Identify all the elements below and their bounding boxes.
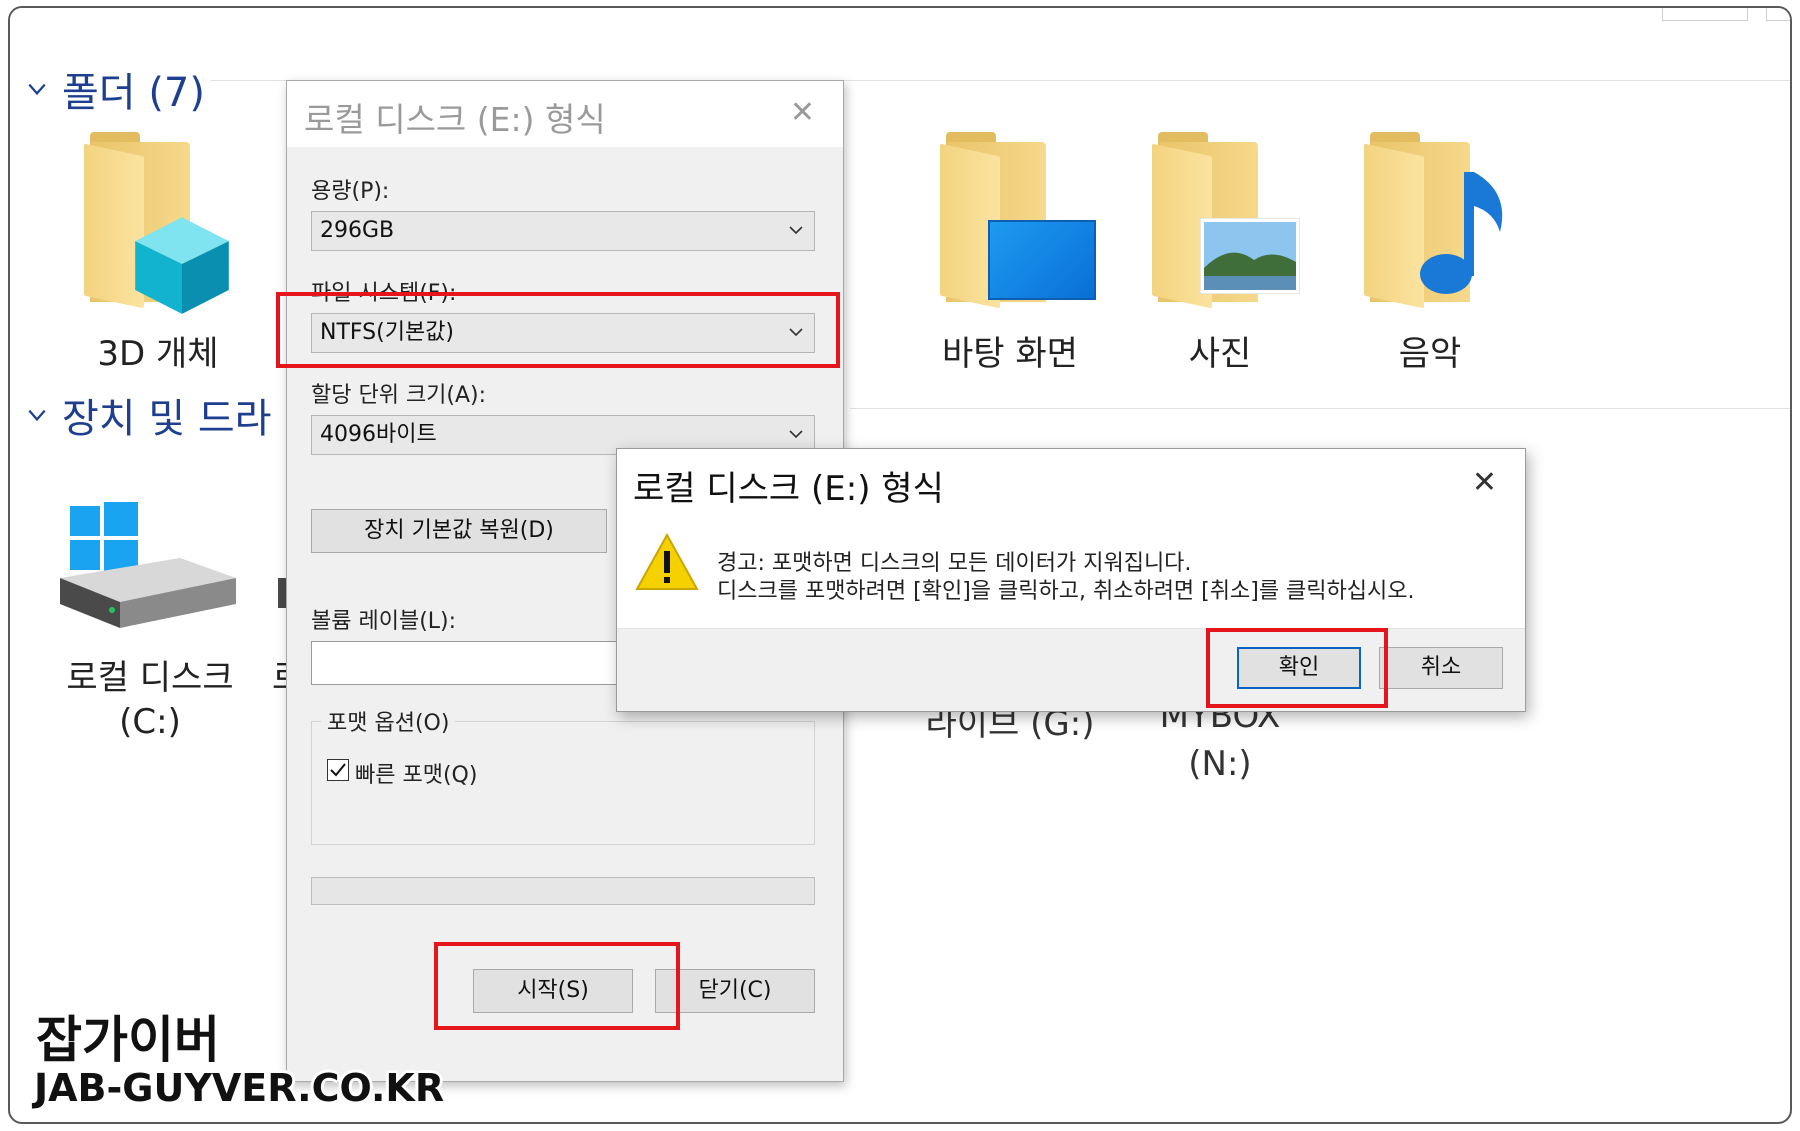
section-divider [850,408,1790,409]
volume-label-label: 볼륨 레이블(L): [311,609,457,634]
drive-c-letter: (C:) [119,702,181,742]
drive-c-label: 로컬 디스크 [66,658,234,698]
picture-icon [1200,218,1300,294]
warning-dialog-footer: 확인 취소 [617,628,1525,711]
quick-format-label: 빠른 포맷(Q) [355,763,478,788]
folders-section-header[interactable]: 폴더 (7) [26,60,205,118]
warning-message-line2: 디스크를 포맷하려면 [확인]을 클릭하고, 취소하려면 [취소]를 클릭하십시… [717,579,1415,604]
format-progress-bar [311,877,815,905]
capacity-value: 296GB [320,218,395,243]
format-dialog-titlebar: 로컬 디스크 (E:) 형식 ✕ [287,81,843,147]
chevron-down-icon [28,409,46,422]
monitor-icon [988,220,1096,300]
cancel-button[interactable]: 취소 [1379,647,1503,689]
allocation-label: 할당 단위 크기(A): [311,383,487,408]
highlight-filesystem [276,292,840,368]
drive-c[interactable] [60,498,240,638]
folders-section-title: 폴더 (7) [62,70,205,116]
close-icon[interactable]: ✕ [1472,465,1497,500]
folder-front [1364,143,1424,309]
format-dialog-title: 로컬 디스크 (E:) 형식 [304,100,606,139]
folder-label-pictures: 사진 [1188,334,1252,374]
capacity-select[interactable]: 296GB [311,211,815,251]
cube-icon [135,217,229,314]
chevron-down-icon [789,226,803,235]
warning-dialog: 로컬 디스크 (E:) 형식 ✕ 경고: 포맷하면 디스크의 모든 데이터가 지… [616,448,1526,712]
chevron-down-icon [789,430,803,439]
toolbar-box [1662,8,1748,21]
devices-section-title: 장치 및 드라 [62,396,272,442]
allocation-value: 4096바이트 [320,422,437,447]
devices-section-header[interactable]: 장치 및 드라 [26,386,271,444]
highlight-ok-button [1206,628,1388,708]
warning-dialog-title: 로컬 디스크 (E:) 형식 [633,469,944,509]
restore-defaults-button[interactable]: 장치 기본값 복원(D) [311,509,607,553]
toolbar-box [1766,8,1790,21]
hard-drive-icon [60,502,236,628]
checkmark-icon [330,763,346,777]
quick-format-checkbox[interactable] [327,759,349,781]
music-note-icon [1420,172,1503,294]
format-options-title: 포맷 옵션(O) [321,705,456,737]
warning-icon [635,533,699,590]
watermark-url: JAB-GUYVER.CO.KR [34,1066,445,1110]
chevron-down-icon [28,83,46,96]
capacity-label: 용량(P): [311,179,390,204]
folder-label-desktop: 바탕 화면 [942,334,1078,374]
highlight-start-button [434,942,680,1030]
watermark-title: 잡가이버 [36,1011,220,1069]
top-strip [10,8,1790,22]
folder-label-3d-objects: 3D 개체 [97,334,219,374]
drive-n-letter: (N:) [1188,744,1252,784]
folder-label-music: 음악 [1398,334,1462,374]
close-icon[interactable]: ✕ [790,95,815,130]
